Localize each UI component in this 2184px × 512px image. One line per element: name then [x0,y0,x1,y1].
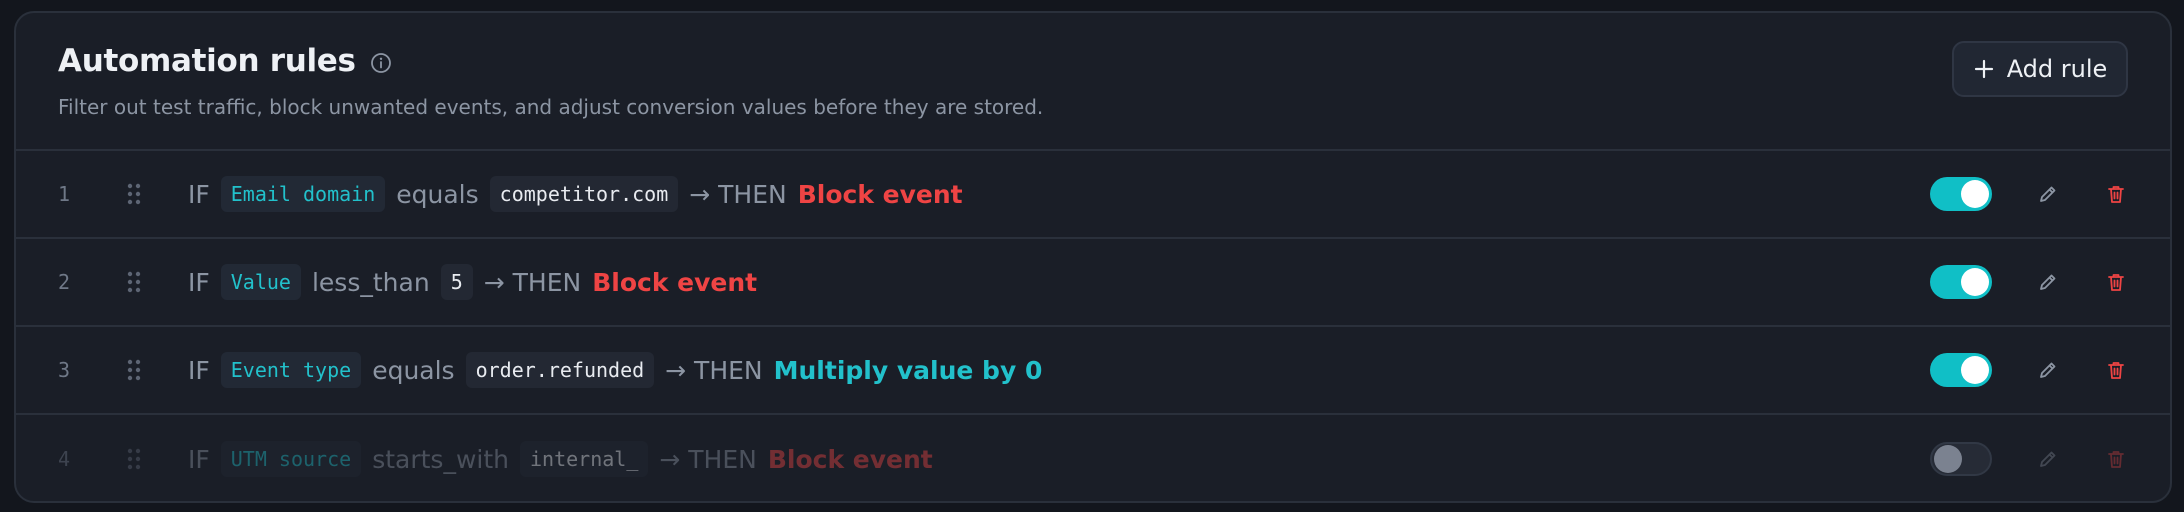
drag-handle-icon[interactable] [126,182,142,206]
info-icon[interactable] [370,52,392,74]
value-chip: internal_ [519,441,649,477]
value-chip: 5 [440,264,473,300]
operator: starts_with [372,444,509,474]
plus-icon [1973,58,1995,80]
field-chip: Value [220,264,301,300]
rule-controls [1930,177,2130,211]
rule-controls [1930,442,2130,476]
rules-list: 1 IF Email domain equals competitor.com … [16,151,2170,501]
field-chip: Event type [220,352,362,388]
field-chip: UTM source [220,441,362,477]
pencil-icon[interactable] [2034,180,2062,208]
panel-header: Automation rules Filter out test traffic… [16,13,2170,151]
then-keyword: → THEN [483,267,582,297]
rule-action: Multiply value by 0 [773,355,1043,385]
trash-icon[interactable] [2102,268,2130,296]
drag-handle-icon[interactable] [126,447,142,471]
automation-rules-panel: Automation rules Filter out test traffic… [14,11,2172,503]
rule-index: 4 [58,447,71,471]
rule-enabled-toggle[interactable] [1930,177,1992,211]
pencil-icon[interactable] [2034,445,2062,473]
page-title: Automation rules [58,43,356,79]
rule-action: Block event [592,267,758,297]
rule-controls [1930,353,2130,387]
operator: equals [396,179,479,209]
rule-index: 2 [58,270,71,294]
title-row: Automation rules [58,43,392,79]
operator: equals [372,355,455,385]
value-chip: competitor.com [489,176,679,212]
rule-condition: IF Email domain equals competitor.com → … [188,176,963,212]
toggle-knob [1961,356,1989,384]
then-keyword: → THEN [689,179,787,209]
trash-icon[interactable] [2102,445,2130,473]
rule-enabled-toggle[interactable] [1930,442,1992,476]
operator: less_than [311,267,430,297]
drag-handle-icon[interactable] [126,358,142,382]
rule-row: 2 IF Value less_than 5 → THEN Block even… [16,239,2170,327]
rule-condition: IF Value less_than 5 → THEN Block event [188,264,757,300]
if-keyword: IF [188,267,210,297]
field-chip: Email domain [220,176,386,212]
drag-handle-icon[interactable] [126,270,142,294]
rule-row: 1 IF Email domain equals competitor.com … [16,151,2170,239]
if-keyword: IF [188,444,210,474]
add-rule-label: Add rule [2006,55,2108,83]
then-keyword: → THEN [659,444,757,474]
value-chip: order.refunded [465,352,655,388]
rule-condition: IF Event type equals order.refunded → TH… [188,352,1042,388]
rule-index: 3 [58,358,71,382]
rule-row: 4 IF UTM source starts_with internal_ → … [16,415,2170,501]
if-keyword: IF [188,355,210,385]
rule-row: 3 IF Event type equals order.refunded → … [16,327,2170,415]
rule-enabled-toggle[interactable] [1930,265,1992,299]
if-keyword: IF [188,179,210,209]
rule-action: Block event [767,444,933,474]
toggle-knob [1961,180,1989,208]
trash-icon[interactable] [2102,356,2130,384]
trash-icon[interactable] [2102,180,2130,208]
rule-controls [1930,265,2130,299]
pencil-icon[interactable] [2034,356,2062,384]
rule-index: 1 [58,182,71,206]
rule-action: Block event [797,179,963,209]
rule-condition: IF UTM source starts_with internal_ → TH… [188,441,933,477]
toggle-knob [1961,268,1989,296]
then-keyword: → THEN [665,355,763,385]
toggle-knob [1934,445,1962,473]
rule-enabled-toggle[interactable] [1930,353,1992,387]
pencil-icon[interactable] [2034,268,2062,296]
add-rule-button[interactable]: Add rule [1952,41,2128,97]
page-subtitle: Filter out test traffic, block unwanted … [58,95,1044,119]
